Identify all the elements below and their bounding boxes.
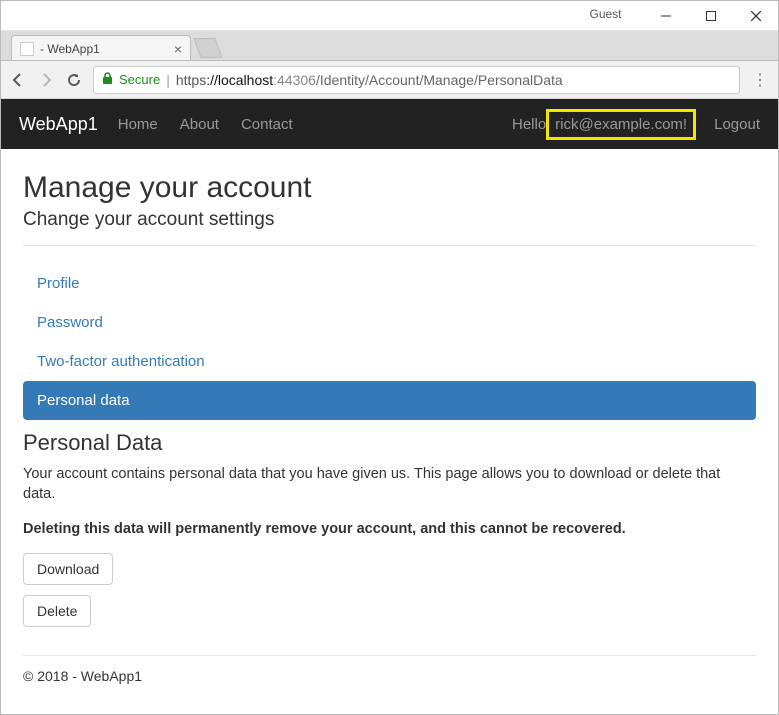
back-button[interactable]: [9, 72, 27, 88]
browser-menu-button[interactable]: ⋮: [750, 70, 770, 90]
browser-tab[interactable]: - WebApp1 ×: [11, 35, 191, 61]
divider: [23, 245, 756, 246]
page-subtitle: Change your account settings: [23, 209, 756, 231]
address-bar: Secure | https://localhost:44306/Identit…: [1, 61, 778, 99]
lock-icon: [102, 72, 113, 88]
close-tab-icon[interactable]: ×: [174, 41, 182, 57]
menu-personaldata[interactable]: Personal data: [23, 381, 756, 420]
maximize-button[interactable]: [688, 1, 733, 31]
close-window-button[interactable]: [733, 1, 778, 31]
nav-about[interactable]: About: [180, 116, 219, 133]
hello-prefix: Hello: [512, 116, 546, 133]
app-navbar: WebApp1 Home About Contact Hello rick@ex…: [1, 99, 778, 149]
manage-menu: Profile Password Two-factor authenticati…: [23, 264, 756, 420]
menu-twofactor[interactable]: Two-factor authentication: [23, 342, 756, 381]
page-content: Manage your account Change your account …: [1, 149, 778, 694]
nav-home[interactable]: Home: [118, 116, 158, 133]
new-tab-button[interactable]: [193, 38, 222, 58]
secure-label: Secure: [119, 72, 160, 87]
tab-title: - WebApp1: [40, 42, 168, 56]
page-title: Manage your account: [23, 171, 756, 205]
personal-data-warning: Deleting this data will permanently remo…: [23, 519, 756, 539]
footer-text: © 2018 - WebApp1: [23, 668, 756, 684]
tab-strip: - WebApp1 ×: [1, 31, 778, 61]
menu-profile[interactable]: Profile: [23, 264, 756, 303]
download-button[interactable]: Download: [23, 553, 113, 585]
nav-contact[interactable]: Contact: [241, 116, 293, 133]
minimize-button[interactable]: [643, 1, 688, 31]
url-text: https://localhost:44306/Identity/Account…: [176, 72, 563, 88]
url-input[interactable]: Secure | https://localhost:44306/Identit…: [93, 66, 740, 94]
menu-password[interactable]: Password: [23, 303, 756, 342]
personal-data-description: Your account contains personal data that…: [23, 464, 756, 505]
footer-divider: [23, 655, 756, 656]
logout-link[interactable]: Logout: [714, 116, 760, 133]
brand[interactable]: WebApp1: [19, 114, 98, 135]
guest-label: Guest: [590, 7, 622, 21]
delete-button[interactable]: Delete: [23, 595, 91, 627]
forward-button[interactable]: [37, 72, 55, 88]
window-titlebar: Guest: [1, 1, 778, 31]
section-title: Personal Data: [23, 430, 756, 456]
hello-user-link[interactable]: rick@example.com!: [546, 109, 696, 140]
separator: |: [166, 72, 170, 88]
favicon-icon: [20, 42, 34, 56]
reload-button[interactable]: [65, 72, 83, 88]
